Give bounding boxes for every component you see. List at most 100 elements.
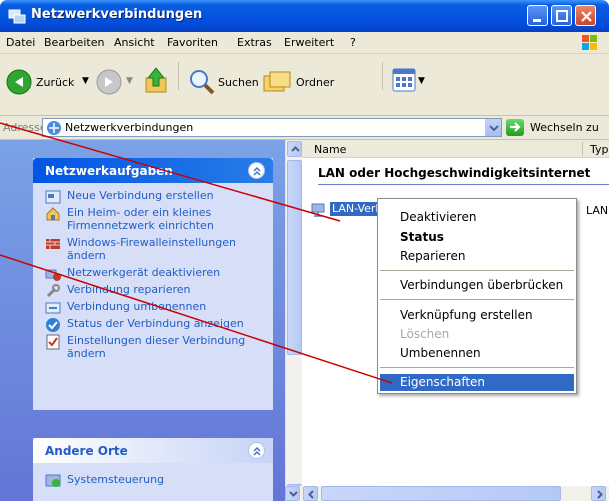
task-disable-device[interactable]: Netzwerkgerät deaktivieren [45,266,265,281]
toolbar-separator [382,62,383,90]
task-view-status[interactable]: Status der Verbindung anzeigen [45,317,265,332]
chevron-right-icon [597,490,603,499]
back-button[interactable]: Zurück [36,76,74,89]
toolbar-separator [178,62,179,90]
home-network-icon [46,207,60,221]
ctx-properties[interactable]: Eigenschaften [380,374,574,391]
go-label[interactable]: Wechseln zu [530,121,599,134]
task-change-settings[interactable]: Einstellungen dieser Verbindung ändern [45,334,265,360]
scroll-thumb[interactable] [287,160,302,355]
vertical-scrollbar[interactable] [285,140,302,501]
menu-tools[interactable]: Extras [237,36,272,49]
address-bar: Adresse Netzwerkverbindungen Wechseln zu [0,116,609,140]
group-header: LAN oder Hochgeschwindigkeitsinternet [318,166,591,180]
search-icon[interactable] [188,68,216,96]
collapse-button[interactable] [248,442,265,459]
horizontal-scroll-thumb[interactable] [321,486,561,501]
network-tasks-header[interactable]: Netzwerkaufgaben [33,158,273,183]
other-places-panel: Andere Orte Systemsteuerung [33,438,273,501]
task-home-network[interactable]: Ein Heim- oder ein kleines Firmennetzwer… [45,206,265,232]
menu-file[interactable]: Datei [6,36,35,49]
menu-edit[interactable]: Bearbeiten [44,36,104,49]
task-new-connection[interactable]: Neue Verbindung erstellen [45,189,265,204]
ctx-rename[interactable]: Umbenennen [380,345,574,362]
network-tasks-panel: Netzwerkaufgaben Neue Verbindung erstell… [33,158,273,410]
ctx-separator [380,299,574,300]
ctx-delete: Löschen [400,327,450,341]
ctx-create-shortcut[interactable]: Verknüpfung erstellen [380,307,574,324]
ctx-repair[interactable]: Reparieren [380,248,574,265]
new-connection-icon [45,190,61,204]
properties-icon [46,334,60,350]
network-connections-icon [47,121,61,135]
window-title: Netzwerkverbindungen [31,7,203,22]
ctx-disable[interactable]: Deaktivieren [380,209,574,226]
lan-connection-type: LAN [586,204,609,217]
scroll-right-button[interactable] [591,486,606,501]
column-separator[interactable] [582,142,583,156]
windows-logo-icon [582,35,597,50]
column-name[interactable]: Name [314,143,346,156]
network-connections-icon [8,9,26,24]
up-folder-icon[interactable] [142,66,172,96]
folders-button[interactable]: Ordner [296,76,334,89]
lan-connection-icon [311,203,325,217]
column-type[interactable]: Typ [590,143,609,156]
ctx-separator [380,270,574,271]
context-menu: Deaktivieren Status Reparieren Verbindun… [377,198,577,394]
repair-wrench-icon [46,284,60,298]
chevron-left-icon [308,490,314,499]
maximize-button[interactable] [551,5,572,26]
ctx-bridge-connections[interactable]: Verbindungen überbrücken [380,277,574,294]
menu-advanced[interactable]: Erweitert [284,36,334,49]
minimize-button[interactable] [527,5,548,26]
place-control-panel[interactable]: Systemsteuerung [45,473,265,487]
control-panel-icon [45,474,61,487]
menu-view[interactable]: Ansicht [114,36,155,49]
chevron-up-icon [291,146,300,152]
menu-help[interactable]: ? [350,36,356,49]
folders-icon[interactable] [262,68,292,96]
task-rename-connection[interactable]: Verbindung umbenennen [45,300,265,314]
close-button[interactable] [575,5,596,26]
status-icon [46,318,60,332]
forward-dropdown-icon[interactable]: ▼ [126,76,133,86]
search-button[interactable]: Suchen [218,76,259,89]
scroll-down-button[interactable] [285,486,300,501]
address-dropdown-button[interactable] [485,119,501,136]
chevron-down-icon [289,491,298,497]
task-pane: Netzwerkaufgaben Neue Verbindung erstell… [0,140,285,501]
scroll-left-button[interactable] [303,486,318,501]
horizontal-scrollbar[interactable] [285,486,609,501]
task-repair-connection[interactable]: Verbindung reparieren [45,283,265,298]
scroll-up-button[interactable] [287,141,302,157]
back-arrow-icon[interactable] [6,69,32,95]
ctx-separator [380,367,574,368]
network-tasks-title: Netzwerkaufgaben [45,164,173,178]
maximize-icon [556,10,568,22]
task-firewall-settings[interactable]: Windows-Firewalleinstellungen ändern [45,236,265,262]
address-label: Adresse [3,121,47,134]
title-bar: Netzwerkverbindungen [0,0,609,32]
column-header-row: Name Typ [302,140,609,158]
address-field[interactable]: Netzwerkverbindungen [42,118,502,137]
minimize-icon [533,19,541,22]
rename-icon [45,302,61,314]
firewall-icon [46,239,60,249]
view-icon[interactable] [392,68,416,92]
network-device-icon [45,269,61,281]
other-places-header[interactable]: Andere Orte [33,438,273,463]
view-dropdown-icon[interactable]: ▼ [418,76,425,86]
chevron-up-icon [253,166,261,176]
group-divider [318,184,609,185]
chevron-down-icon [489,125,499,132]
back-dropdown-icon[interactable]: ▼ [82,76,89,86]
go-button[interactable] [506,119,524,136]
ctx-status[interactable]: Status [380,229,574,246]
menu-favorites[interactable]: Favoriten [167,36,218,49]
forward-arrow-icon[interactable] [96,69,122,95]
collapse-button[interactable] [248,162,265,179]
toolbar: Zurück ▼ ▼ Suchen Ordner ▼ [0,54,609,116]
go-arrow-icon [510,122,521,132]
chevron-up-icon [253,446,261,456]
